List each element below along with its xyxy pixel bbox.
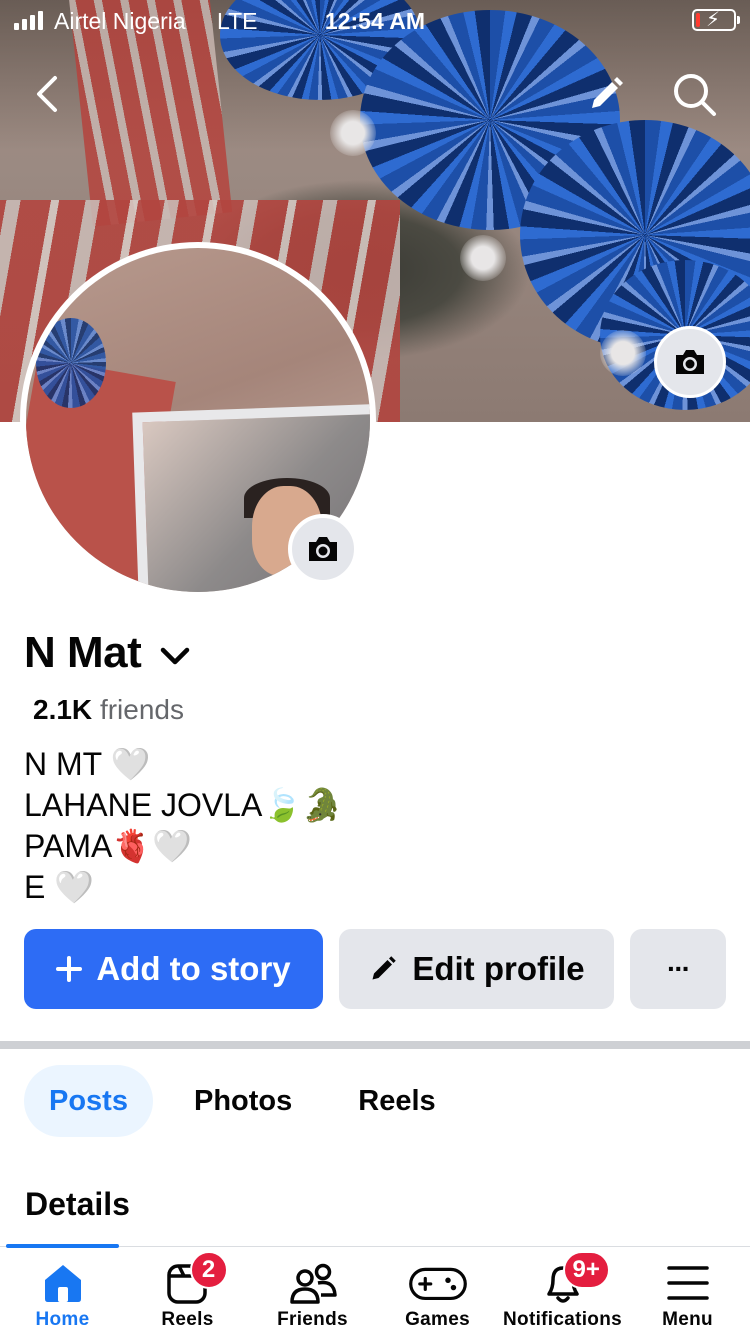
chevron-down-icon[interactable]	[159, 645, 191, 667]
gamepad-icon	[408, 1267, 467, 1301]
menu-icon	[666, 1266, 709, 1300]
plus-icon	[56, 956, 83, 982]
search-icon	[674, 74, 716, 116]
add-to-story-label: Add to story	[96, 950, 291, 987]
bio-line: E 🤍	[24, 869, 95, 905]
bottom-navigation: Home 2 Reels Friends Games 9+ Notificati…	[0, 1244, 750, 1334]
friends-icon	[289, 1263, 337, 1304]
profile-name-row[interactable]: N Mat	[24, 628, 191, 678]
bio-line: N MT 🤍	[24, 746, 151, 782]
add-to-story-button[interactable]: Add to story	[24, 929, 323, 1009]
nav-friends-label: Friends	[277, 1309, 348, 1330]
nav-notifications-label: Notifications	[503, 1309, 622, 1330]
nav-games[interactable]: Games	[375, 1247, 500, 1334]
camera-icon	[676, 350, 704, 374]
nav-home-label: Home	[35, 1309, 90, 1330]
tab-reels[interactable]: Reels	[333, 1065, 460, 1137]
nav-menu-label: Menu	[662, 1309, 713, 1330]
tab-photos[interactable]: Photos	[169, 1065, 317, 1137]
nav-notifications[interactable]: 9+ Notifications	[500, 1247, 625, 1334]
home-icon	[44, 1265, 81, 1302]
reels-badge: 2	[189, 1251, 228, 1289]
camera-icon	[309, 537, 337, 561]
nav-home[interactable]: Home	[0, 1247, 125, 1334]
pencil-icon	[592, 77, 623, 108]
chevron-left-icon	[37, 76, 57, 112]
nav-reels[interactable]: 2 Reels	[125, 1247, 250, 1334]
friends-count-link[interactable]: 2.1K friends	[33, 694, 184, 726]
change-cover-photo-button[interactable]	[654, 326, 726, 398]
battery-icon: ⚡	[692, 9, 740, 31]
notifications-badge: 9+	[562, 1251, 610, 1289]
profile-bio: N MT 🤍 LAHANE JOVLA🍃🐊 PAMA🫀🤍 E 🤍	[24, 744, 342, 908]
nav-menu[interactable]: Menu	[625, 1247, 750, 1334]
cover-photo-snowflake	[330, 110, 376, 156]
nav-games-label: Games	[405, 1309, 470, 1330]
pencil-icon	[372, 956, 397, 980]
search-button[interactable]	[666, 66, 722, 122]
details-heading: Details	[25, 1186, 130, 1222]
profile-name: N Mat	[24, 628, 142, 677]
more-options-button[interactable]: ···	[630, 929, 726, 1009]
nav-reels-label: Reels	[161, 1309, 214, 1330]
section-divider	[0, 1041, 750, 1049]
edit-cover-button[interactable]	[578, 66, 634, 122]
more-dots-icon: ···	[667, 953, 691, 984]
status-bar: Airtel Nigeria LTE 12:54 AM ⚡	[0, 0, 750, 44]
edit-profile-button[interactable]: Edit profile	[339, 929, 614, 1009]
back-button[interactable]	[20, 66, 76, 122]
clock: 12:54 AM	[324, 8, 426, 34]
bio-line: PAMA🫀🤍	[24, 828, 192, 864]
edit-profile-label: Edit profile	[412, 950, 585, 987]
friends-label: friends	[99, 694, 184, 725]
cover-photo-snowflake	[460, 235, 506, 281]
cover-photo-snowflake	[600, 330, 646, 376]
bio-line: LAHANE JOVLA🍃🐊	[24, 787, 342, 823]
change-profile-photo-button[interactable]	[288, 514, 358, 584]
friends-count: 2.1K	[33, 694, 93, 725]
tab-posts[interactable]: Posts	[24, 1065, 153, 1137]
nav-friends[interactable]: Friends	[250, 1247, 375, 1334]
profile-tabs: Posts Photos Reels	[24, 1065, 477, 1137]
